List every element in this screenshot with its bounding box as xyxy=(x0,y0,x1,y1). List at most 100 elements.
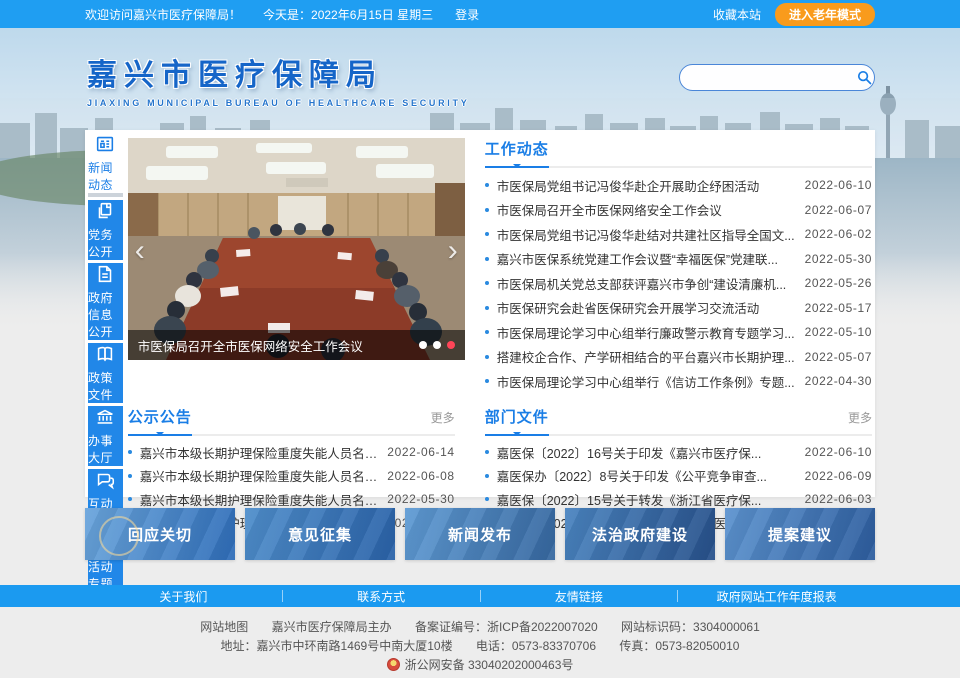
list-item[interactable]: 市医保局党组书记冯俊华赴企开展助企纾困活动2022-06-10 xyxy=(485,173,872,198)
list-item[interactable]: 搭建校企合作、产学研相结合的平台嘉兴市长期护理...2022-05-07 xyxy=(485,345,872,370)
banner-respond-concerns[interactable]: 回应关切 xyxy=(85,508,235,560)
sidebar-item-party-affairs[interactable]: 党务公开 xyxy=(88,200,123,260)
list-item[interactable]: 市医保研究会赴省医保研究会开展学习交流活动2022-05-17 xyxy=(485,296,872,321)
sidebar-item-policy-files[interactable]: 政策文件 xyxy=(88,343,123,403)
sidebar-nav: 新闻动态 党务公开 政府信息公开 政策文件 xyxy=(88,133,123,494)
bullet-dot xyxy=(485,450,489,454)
news-date: 2022-06-07 xyxy=(805,203,872,217)
bullet-dot xyxy=(485,281,489,285)
news-date: 2022-04-30 xyxy=(805,374,872,388)
list-item[interactable]: 市医保局理论学习中心组举行廉政警示教育专题学习...2022-05-10 xyxy=(485,320,872,345)
news-carousel[interactable]: ‹ › 市医保局召开全市医保网络安全工作会议 xyxy=(128,138,465,360)
sidebar-item-service-hall[interactable]: 办事大厅 xyxy=(88,406,123,466)
banner-opinion-collection[interactable]: 意见征集 xyxy=(245,508,395,560)
bullet-dot xyxy=(485,330,489,334)
list-item[interactable]: 市医保局党组书记冯俊华赴结对共建社区指导全国文...2022-06-02 xyxy=(485,222,872,247)
news-title: 市医保研究会赴省医保研究会开展学习交流活动 xyxy=(497,298,805,317)
banner-proposals[interactable]: 提案建议 xyxy=(725,508,875,560)
site-title: 嘉兴市医疗保障局 xyxy=(87,50,469,94)
welcome-text: 欢迎访问嘉兴市医疗保障局！ xyxy=(85,6,241,23)
footer-nav-bar: 关于我们 联系方式 友情链接 政府网站工作年度报表 xyxy=(0,585,960,607)
list-item[interactable]: 嘉兴市本级长期护理保险重度失能人员名单公示（2...2022-06-14 xyxy=(128,441,455,465)
search-button[interactable] xyxy=(855,65,874,90)
banner-label: 提案建议 xyxy=(768,524,832,545)
news-date: 2022-06-09 xyxy=(805,469,872,483)
icp-number: 备案证编号：浙ICP备2022007020 xyxy=(415,620,598,634)
list-item[interactable]: 市医保局召开全市医保网络安全工作会议2022-06-07 xyxy=(485,198,872,223)
footer-line-1: 网站地图 嘉兴市医疗保障局主办 备案证编号：浙ICP备2022007020 网站… xyxy=(0,618,960,637)
news-title: 嘉兴市本级长期护理保险重度失能人员名单公示（2... xyxy=(140,490,388,509)
list-item[interactable]: 嘉兴市医保系统党建工作会议暨“幸福医保”党建联...2022-05-30 xyxy=(485,247,872,272)
footer-link-friendly-links[interactable]: 友情链接 xyxy=(481,588,678,605)
bullet-dot xyxy=(485,208,489,212)
news-title: 搭建校企合作、产学研相结合的平台嘉兴市长期护理... xyxy=(497,347,805,366)
sitemap-link[interactable]: 网站地图 xyxy=(200,620,248,634)
favorite-site-link[interactable]: 收藏本站 xyxy=(713,6,761,23)
banner-law-government[interactable]: 法治政府建设 xyxy=(565,508,715,560)
list-item[interactable]: 嘉兴市本级长期护理保险重度失能人员名单公示（2...2022-06-08 xyxy=(128,464,455,488)
address-text: 地址：嘉兴市中环南路1469号中南大厦10楼 xyxy=(221,639,453,653)
elder-mode-button[interactable]: 进入老年模式 xyxy=(775,3,875,26)
carousel-next-icon[interactable]: › xyxy=(448,236,458,266)
top-utility-bar: 欢迎访问嘉兴市医疗保障局！ 今天是：2022年6月15日 星期三 登录 收藏本站… xyxy=(0,0,960,28)
list-item[interactable]: 嘉医保〔2022〕16号关于印发《嘉兴市医疗保...2022-06-10 xyxy=(485,441,872,465)
sidebar-item-gov-info[interactable]: 政府信息公开 xyxy=(88,263,123,340)
news-date: 2022-06-10 xyxy=(805,445,872,459)
news-date: 2022-05-17 xyxy=(805,301,872,315)
carousel-dot-3-active[interactable] xyxy=(447,341,455,349)
bullet-dot xyxy=(485,497,489,501)
sidebar-item-label: 政府信息公开 xyxy=(88,289,123,340)
newspaper-icon xyxy=(94,133,116,155)
bullet-dot xyxy=(128,450,132,454)
carousel-prev-icon[interactable]: ‹ xyxy=(135,236,145,266)
list-item[interactable]: 市医保局机关党总支部获评嘉兴市争创“建设清廉机...2022-05-26 xyxy=(485,271,872,296)
banner-label: 意见征集 xyxy=(288,524,352,545)
news-title: 市医保局理论学习中心组举行廉政警示教育专题学习... xyxy=(497,323,805,342)
work-news-section: 工作动态 市医保局党组书记冯俊华赴企开展助企纾困活动2022-06-10 市医保… xyxy=(485,138,872,394)
bullet-dot xyxy=(485,474,489,478)
sidebar-item-label: 政策文件 xyxy=(88,369,123,403)
section-title-dept-files: 部门文件 xyxy=(485,406,549,427)
security-record-text[interactable]: 浙公网安备 33040202000463号 xyxy=(405,658,574,672)
today-date: 今天是：2022年6月15日 星期三 xyxy=(263,6,433,23)
bullet-dot xyxy=(128,497,132,501)
login-link[interactable]: 登录 xyxy=(455,6,479,23)
footer-link-contact[interactable]: 联系方式 xyxy=(283,588,480,605)
news-date: 2022-05-26 xyxy=(805,276,872,290)
news-title: 嘉医保办〔2022〕8号关于印发《公平竞争审查... xyxy=(497,466,805,485)
footer-link-annual-report[interactable]: 政府网站工作年度报表 xyxy=(678,588,875,605)
search-input[interactable] xyxy=(680,71,855,85)
carousel-dot-2[interactable] xyxy=(433,341,441,349)
news-date: 2022-05-30 xyxy=(805,252,872,266)
book-icon xyxy=(94,343,116,365)
list-item[interactable]: 嘉医保办〔2022〕8号关于印发《公平竞争审查...2022-06-09 xyxy=(485,464,872,488)
sidebar-item-news[interactable]: 新闻动态 xyxy=(88,133,123,197)
news-date: 2022-06-02 xyxy=(805,227,872,241)
bullet-dot xyxy=(128,474,132,478)
carousel-dot-1[interactable] xyxy=(419,341,427,349)
dept-files-more-link[interactable]: 更多 xyxy=(848,409,872,426)
search-box xyxy=(679,64,875,91)
site-header: 嘉兴市医疗保障局 JIAXING MUNICIPAL BUREAU OF HEA… xyxy=(85,28,875,130)
carousel-caption-bar: 市医保局召开全市医保网络安全工作会议 xyxy=(128,330,465,360)
news-date: 2022-06-10 xyxy=(805,178,872,192)
pages-icon xyxy=(94,200,116,222)
main-column: ‹ › 市医保局召开全市医保网络安全工作会议 工作动态 xyxy=(123,133,872,494)
sidebar-item-label: 新闻动态 xyxy=(88,159,123,193)
banner-news-release[interactable]: 新闻发布 xyxy=(405,508,555,560)
footer-line-2: 地址：嘉兴市中环南路1469号中南大厦10楼 电话：0573-83370706 … xyxy=(0,637,960,656)
news-title: 嘉医保〔2022〕15号关于转发《浙江省医疗保... xyxy=(497,490,805,509)
section-title-notices: 公示公告 xyxy=(128,406,192,427)
bullet-dot xyxy=(485,183,489,187)
carousel-dots xyxy=(419,341,455,349)
footer-link-about[interactable]: 关于我们 xyxy=(85,588,282,605)
news-title: 嘉医保〔2022〕16号关于印发《嘉兴市医疗保... xyxy=(497,443,805,462)
news-title: 市医保局党组书记冯俊华赴企开展助企纾困活动 xyxy=(497,176,805,195)
notices-more-link[interactable]: 更多 xyxy=(431,409,455,426)
list-item[interactable]: 市医保局理论学习中心组举行《信访工作条例》专题...2022-04-30 xyxy=(485,369,872,394)
bullet-dot xyxy=(485,232,489,236)
news-title: 市医保局党组书记冯俊华赴结对共建社区指导全国文... xyxy=(497,225,805,244)
bullet-dot xyxy=(485,306,489,310)
carousel-caption[interactable]: 市医保局召开全市医保网络安全工作会议 xyxy=(138,336,411,355)
chat-icon xyxy=(94,469,116,491)
